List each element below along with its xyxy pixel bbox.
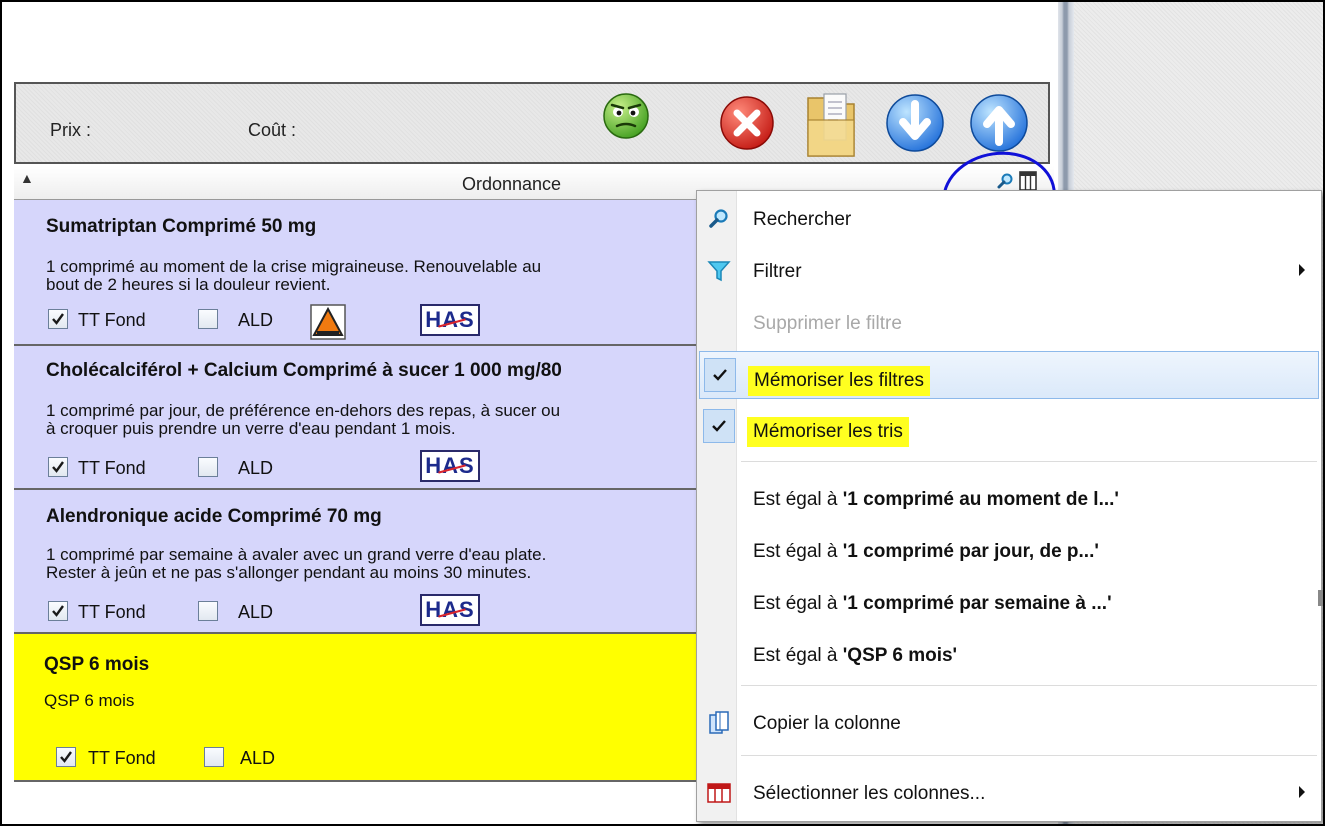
- equals-value: '1 comprimé par semaine à ...': [842, 593, 1112, 614]
- check-mark-icon: [60, 751, 72, 763]
- filter-funnel-icon: [707, 261, 731, 282]
- row-title: Alendronique acide Comprimé 70 mg: [46, 506, 382, 527]
- row-title: Cholécalciférol + Calcium Comprimé à suc…: [46, 360, 562, 381]
- select-columns-icon: [707, 783, 731, 803]
- equals-value: '1 comprimé au moment de l...': [842, 489, 1119, 510]
- menu-item-search[interactable]: Rechercher: [699, 195, 1319, 243]
- tt-fond-checkbox[interactable]: [56, 747, 76, 767]
- equals-prefix: Est égal à: [753, 489, 838, 510]
- has-logo: HAS: [420, 594, 480, 626]
- delete-red-x-icon[interactable]: [718, 94, 776, 152]
- ald-checkbox[interactable]: [198, 457, 218, 477]
- smiley-face-icon[interactable]: [602, 92, 650, 140]
- menu-item-filter[interactable]: Filtrer: [699, 247, 1319, 295]
- row-title: QSP 6 mois: [44, 654, 150, 675]
- sort-ascending-icon: ▲: [20, 170, 34, 186]
- equals-prefix: Est égal à: [753, 645, 838, 666]
- checked-indicator: [703, 409, 735, 443]
- ald-label: ALD: [240, 748, 276, 768]
- screenshot-frame: Prix : Coût : ▲ Ordonnance Sumatriptan C…: [0, 0, 1325, 826]
- row-description: 1 comprimé par jour, de préférence en-de…: [46, 401, 561, 438]
- menu-item-remove-filter[interactable]: Supprimer le filtre: [699, 299, 1319, 347]
- arrow-up-icon[interactable]: [968, 92, 1030, 154]
- menu-item-label: Mémoriser les tris: [747, 417, 909, 447]
- menu-item-label: Est égal à 'QSP 6 mois': [753, 645, 957, 667]
- menu-item-label: Sélectionner les colonnes...: [753, 783, 986, 804]
- check-mark-icon: [713, 369, 727, 381]
- cost-label: Coût :: [248, 120, 297, 140]
- has-logo-text: HAS: [425, 597, 475, 622]
- menu-item-label: Est égal à '1 comprimé par jour, de p...…: [753, 541, 1099, 563]
- has-logo: HAS: [420, 450, 480, 482]
- prescription-row[interactable]: QSP 6 mois QSP 6 mois TT Fond ALD: [14, 634, 734, 782]
- tt-fond-label: TT Fond: [78, 602, 146, 622]
- prescription-row[interactable]: Cholécalciférol + Calcium Comprimé à suc…: [14, 346, 734, 490]
- has-logo-text: HAS: [425, 453, 475, 478]
- document-folder-icon[interactable]: [802, 90, 860, 160]
- scroll-marker: [1318, 590, 1323, 606]
- tt-fond-label: TT Fond: [78, 458, 146, 478]
- ald-checkbox[interactable]: [198, 309, 218, 329]
- check-mark-icon: [52, 313, 64, 325]
- ald-checkbox[interactable]: [198, 601, 218, 621]
- prescription-row[interactable]: Alendronique acide Comprimé 70 mg 1 comp…: [14, 490, 734, 634]
- menu-item-label: Copier la colonne: [753, 713, 901, 734]
- menu-item-copy-column[interactable]: Copier la colonne: [699, 699, 1319, 747]
- row-checkboxes: TT Fond ALD: [48, 746, 275, 770]
- tt-fond-label: TT Fond: [88, 748, 156, 768]
- has-logo-text: HAS: [425, 307, 475, 332]
- menu-item-equals-4[interactable]: Est égal à 'QSP 6 mois': [699, 631, 1319, 679]
- column-title: Ordonnance: [462, 174, 562, 194]
- menu-item-select-columns[interactable]: Sélectionner les colonnes...: [699, 769, 1319, 817]
- check-mark-icon: [52, 461, 64, 473]
- menu-item-equals-2[interactable]: Est égal à '1 comprimé par jour, de p...…: [699, 527, 1319, 575]
- menu-item-label: Est égal à '1 comprimé au moment de l...…: [753, 489, 1119, 511]
- row-checkboxes: TT Fond ALD: [48, 456, 273, 480]
- ald-label: ALD: [238, 602, 274, 622]
- ald-label: ALD: [238, 458, 274, 478]
- warning-triangle-icon: [310, 304, 346, 340]
- menu-item-label: Filtrer: [753, 261, 802, 282]
- menu-item-remember-sorts[interactable]: Mémoriser les tris: [699, 403, 1319, 451]
- check-mark-icon: [712, 420, 726, 432]
- check-mark-icon: [52, 605, 64, 617]
- submenu-arrow-icon: [1299, 786, 1305, 798]
- menu-separator: [741, 461, 1317, 462]
- row-description: 1 comprimé par semaine à avaler avec un …: [46, 545, 547, 582]
- menu-item-equals-1[interactable]: Est égal à '1 comprimé au moment de l...…: [699, 475, 1319, 523]
- submenu-arrow-icon: [1299, 264, 1305, 276]
- row-checkboxes: TT Fond ALD: [48, 600, 273, 624]
- checked-indicator: [704, 358, 736, 392]
- menu-item-equals-3[interactable]: Est égal à '1 comprimé par semaine à ...…: [699, 579, 1319, 627]
- menu-item-label: Mémoriser les filtres: [748, 366, 930, 396]
- ald-checkbox[interactable]: [204, 747, 224, 767]
- context-menu: Rechercher Filtrer Supprimer le filtre M…: [696, 190, 1322, 822]
- row-description: QSP 6 mois: [44, 691, 135, 710]
- equals-value: 'QSP 6 mois': [842, 645, 958, 666]
- tt-fond-checkbox[interactable]: [48, 309, 68, 329]
- toolbar: Prix : Coût :: [14, 82, 1050, 164]
- equals-prefix: Est égal à: [753, 593, 838, 614]
- arrow-down-icon[interactable]: [884, 92, 946, 154]
- row-title: Sumatriptan Comprimé 50 mg: [46, 216, 317, 237]
- copy-column-icon: [709, 711, 729, 734]
- menu-item-label: Est égal à '1 comprimé par semaine à ...…: [753, 593, 1112, 615]
- ald-label: ALD: [238, 310, 274, 330]
- equals-value: '1 comprimé par jour, de p...': [842, 541, 1099, 562]
- tt-fond-checkbox[interactable]: [48, 601, 68, 621]
- menu-item-remember-filters[interactable]: Mémoriser les filtres: [699, 351, 1319, 399]
- menu-separator: [741, 685, 1317, 686]
- tt-fond-label: TT Fond: [78, 310, 146, 330]
- menu-item-label: Supprimer le filtre: [753, 313, 902, 334]
- row-description: 1 comprimé au moment de la crise migrain…: [46, 257, 542, 294]
- equals-prefix: Est égal à: [753, 541, 838, 562]
- menu-item-label: Rechercher: [753, 209, 852, 230]
- row-checkboxes: TT Fond ALD: [48, 308, 273, 332]
- menu-separator: [741, 755, 1317, 756]
- price-label: Prix :: [50, 120, 92, 140]
- search-icon: [709, 209, 728, 228]
- prescription-row[interactable]: Sumatriptan Comprimé 50 mg 1 comprimé au…: [14, 200, 734, 346]
- tt-fond-checkbox[interactable]: [48, 457, 68, 477]
- has-logo: HAS: [420, 304, 480, 336]
